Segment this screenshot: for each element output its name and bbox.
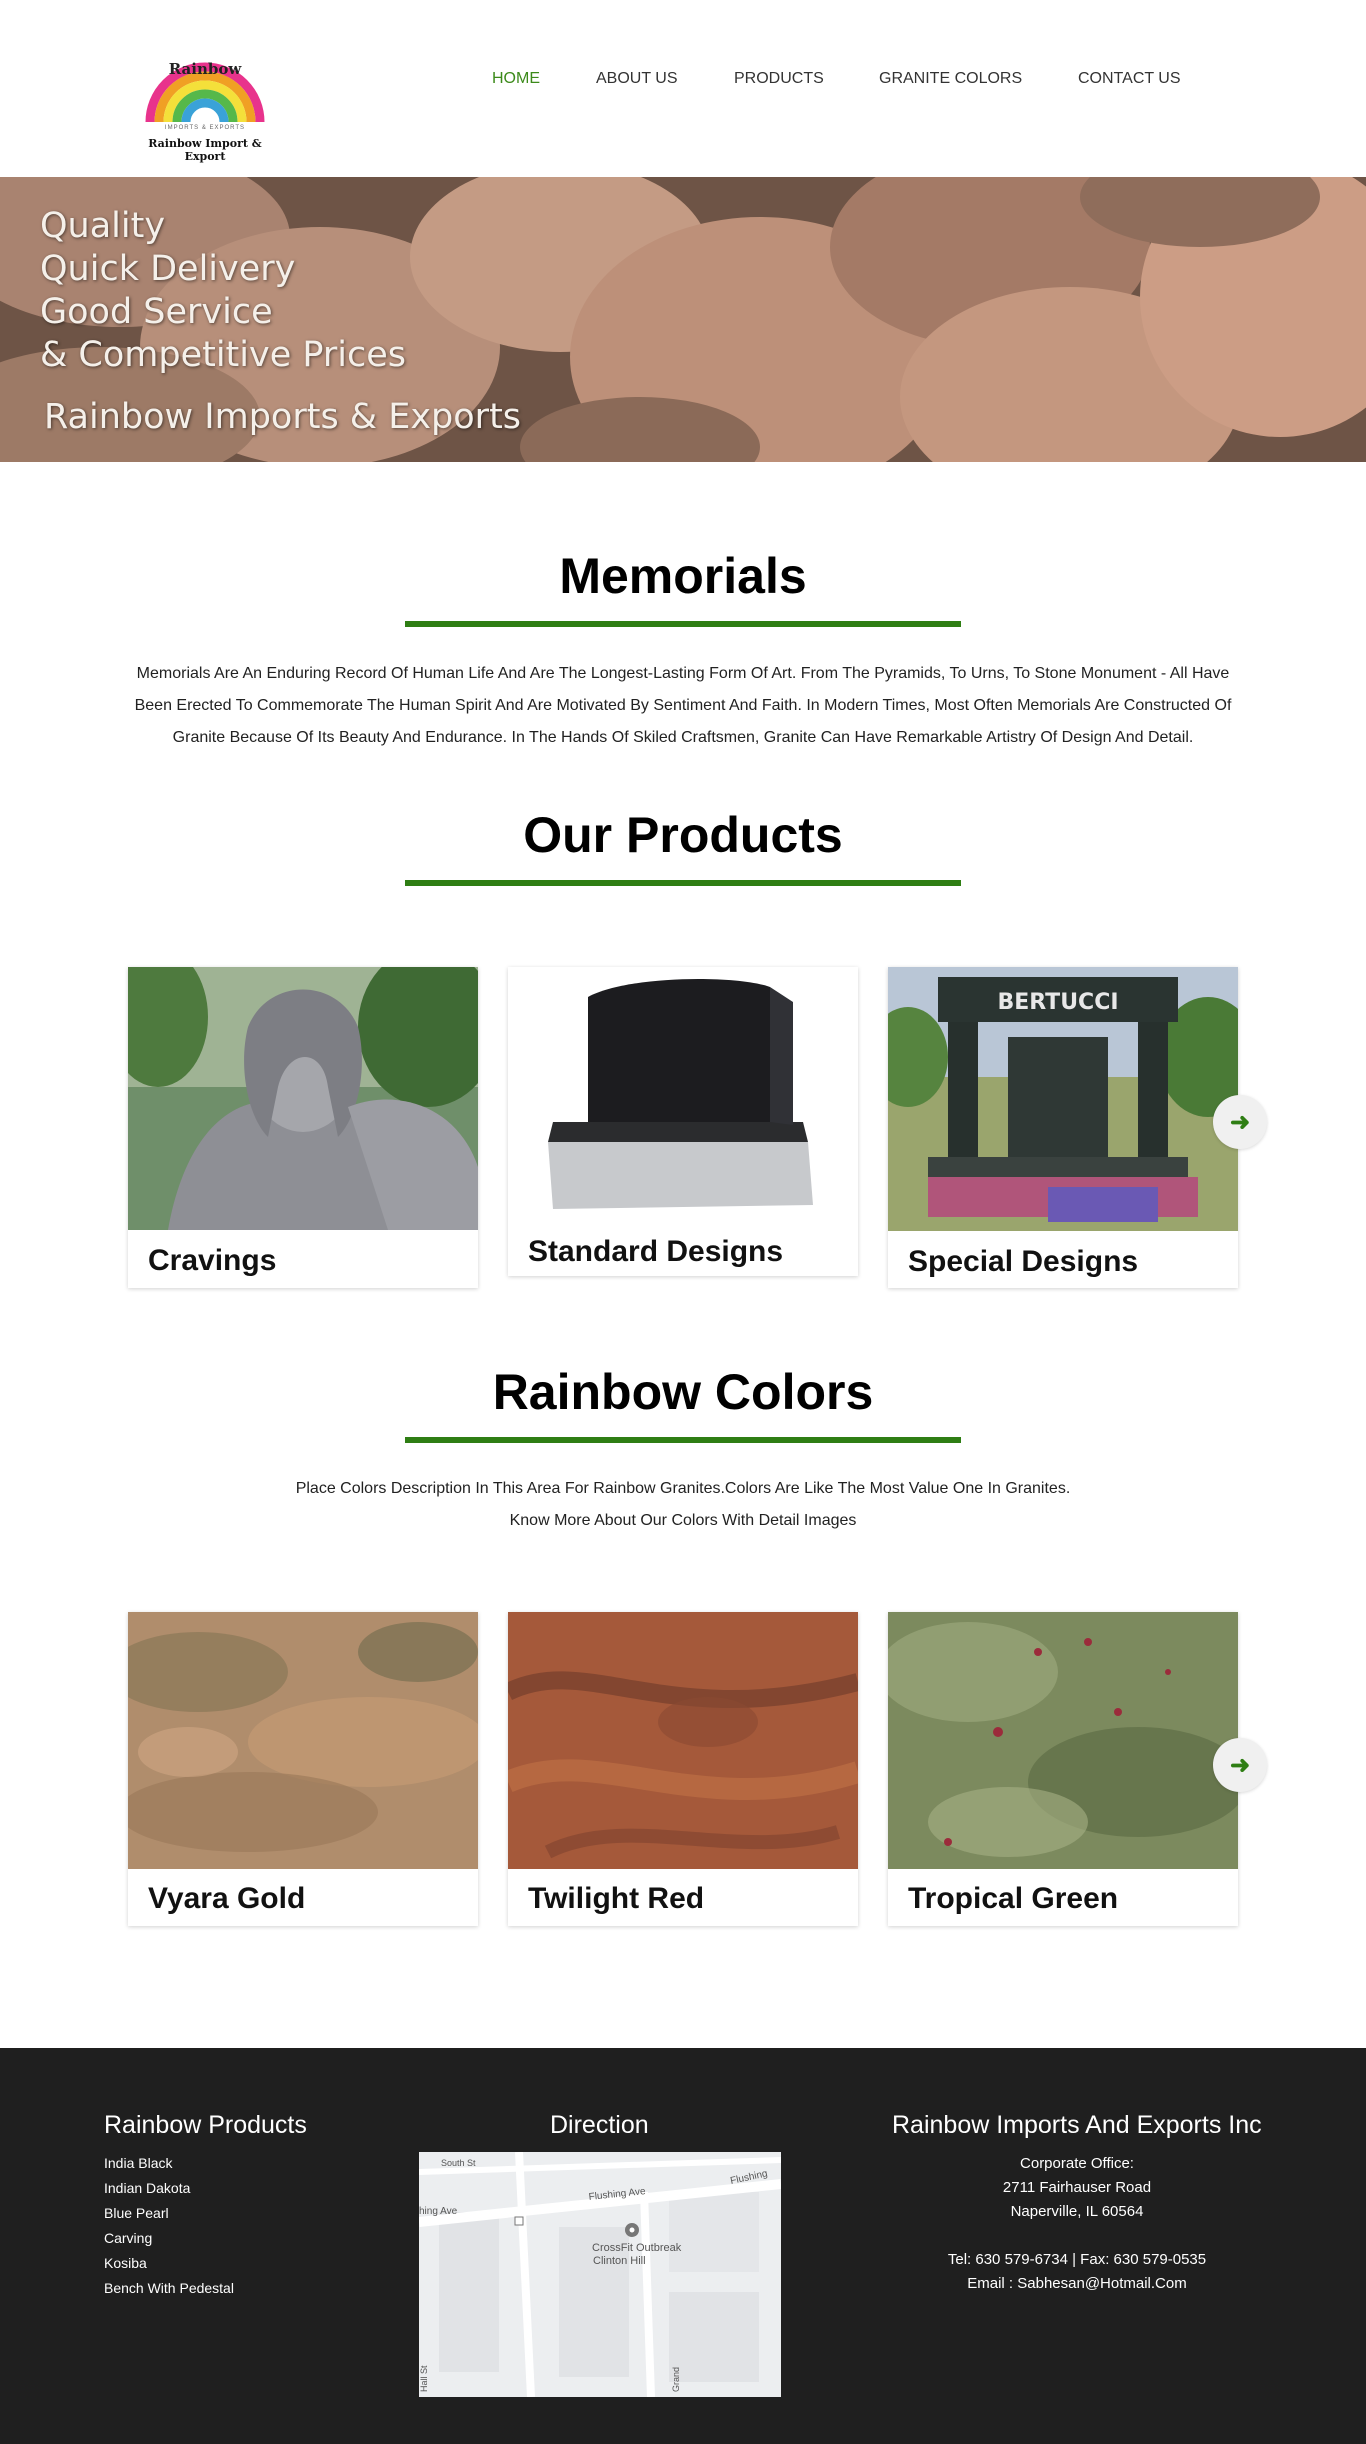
rainbow-logo-icon: Rainbow <box>145 60 265 123</box>
office-address-line: 2711 Fairhauser Road <box>1002 2179 1152 2196</box>
footer-product-link[interactable]: Blue Pearl <box>104 2201 234 2226</box>
monument-inscription: BERTUCCI <box>997 990 1118 1015</box>
map-street-label: Hall St <box>419 2365 429 2392</box>
color-card-vyara-gold[interactable]: Vyara Gold <box>128 1612 478 1926</box>
product-card-standard-designs[interactable]: Standard Designs <box>508 967 858 1276</box>
banner-taglines: Quality Quick Delivery Good Service & Co… <box>40 205 406 377</box>
product-label: Standard Designs <box>528 1235 784 1268</box>
footer-contact-info: Corporate Office: 2711 Fairhauser Road N… <box>877 2152 1277 2296</box>
tropical-green-swatch-image <box>888 1612 1238 1869</box>
banner-subtitle: Rainbow Imports & Exports <box>44 397 522 437</box>
products-next-arrow-icon[interactable]: ➜ <box>1213 1095 1267 1149</box>
banner-line: Good Service <box>40 292 273 332</box>
office-phone: Tel: 630 579-6734 | Fax: 630 579-0535 <box>947 2251 1207 2268</box>
colors-title: Rainbow Colors <box>492 1364 874 1420</box>
footer-product-link[interactable]: Bench With Pedestal <box>104 2276 234 2301</box>
banner-line: & Competitive Prices <box>40 335 406 375</box>
logo-tagline: Rainbow Import & Export <box>148 137 262 163</box>
map-place-label: Clinton Hill <box>593 2255 646 2267</box>
products-title: Our Products <box>523 807 843 863</box>
colors-description: Place Colors Description In This Area Fo… <box>183 1473 1183 1537</box>
banner-line: Quick Delivery <box>40 249 296 289</box>
memorials-text: Memorials Are An Enduring Record Of Huma… <box>134 665 1232 746</box>
footer-product-link[interactable]: India Black <box>104 2151 234 2176</box>
location-map[interactable]: South St Flushing Ave Flushing hing Ave … <box>419 2152 781 2397</box>
nav-contact-us[interactable]: CONTACT US <box>1078 70 1181 88</box>
family-monument-image: BERTUCCI <box>888 967 1238 1231</box>
angel-statue-image <box>128 967 478 1230</box>
nav-about-us[interactable]: ABOUT US <box>596 70 678 88</box>
headstone-image <box>508 967 858 1230</box>
footer-products-list: India Black Indian Dakota Blue Pearl Car… <box>104 2151 234 2301</box>
footer-direction-title: Direction <box>550 2111 649 2139</box>
memorials-divider <box>405 621 961 627</box>
site-footer: Rainbow Products India Black Indian Dako… <box>0 2048 1366 2444</box>
footer-products-title: Rainbow Products <box>104 2111 307 2139</box>
nav-granite-colors[interactable]: GRANITE COLORS <box>879 70 1022 88</box>
product-label: Cravings <box>148 1244 277 1277</box>
banner-line: Quality <box>40 206 166 246</box>
product-card-special-designs[interactable]: BERTUCCI Special Designs <box>888 967 1238 1288</box>
office-address-line: Naperville, IL 60564 <box>1010 2203 1144 2220</box>
color-label: Vyara Gold <box>148 1882 306 1915</box>
map-place-label: CrossFit Outbreak <box>592 2242 682 2254</box>
logo-small-text: IMPORTS & EXPORTS <box>164 125 246 131</box>
color-card-tropical-green[interactable]: Tropical Green <box>888 1612 1238 1926</box>
colors-text-line: Place Colors Description In This Area Fo… <box>295 1480 1071 1497</box>
colors-text-line: Know More About Our Colors With Detail I… <box>509 1512 857 1529</box>
footer-product-link[interactable]: Indian Dakota <box>104 2176 234 2201</box>
color-label: Tropical Green <box>908 1882 1119 1915</box>
nav-home[interactable]: HOME <box>492 70 540 88</box>
logo-word: Rainbow <box>169 60 243 78</box>
colors-next-arrow-icon[interactable]: ➜ <box>1213 1738 1267 1792</box>
map-pin-icon <box>625 2223 639 2237</box>
vyara-gold-swatch-image <box>128 1612 478 1869</box>
colors-divider <box>405 1437 961 1443</box>
map-street-label: South St <box>441 2158 476 2168</box>
site-header: Rainbow IMPORTS & EXPORTS Rainbow Import… <box>0 0 1366 177</box>
hero-banner: Quality Quick Delivery Good Service & Co… <box>0 177 1366 462</box>
color-card-twilight-red[interactable]: Twilight Red <box>508 1612 858 1926</box>
product-label: Special Designs <box>908 1245 1139 1278</box>
office-email[interactable]: Email : Sabhesan@Hotmail.Com <box>877 2272 1277 2296</box>
footer-company-title: Rainbow Imports And Exports Inc <box>892 2111 1262 2139</box>
footer-product-link[interactable]: Carving <box>104 2226 234 2251</box>
products-divider <box>405 880 961 886</box>
site-logo[interactable]: Rainbow IMPORTS & EXPORTS Rainbow Import… <box>130 42 280 163</box>
office-label: Corporate Office: <box>1020 2155 1134 2172</box>
color-label: Twilight Red <box>528 1882 705 1915</box>
memorials-title: Memorials <box>559 548 807 604</box>
product-card-cravings[interactable]: Cravings <box>128 967 478 1288</box>
nav-products[interactable]: PRODUCTS <box>734 70 824 88</box>
footer-product-link[interactable]: Kosiba <box>104 2251 234 2276</box>
twilight-red-swatch-image <box>508 1612 858 1869</box>
map-street-label: hing Ave <box>419 2206 458 2217</box>
map-street-label: Grand <box>671 2367 681 2392</box>
